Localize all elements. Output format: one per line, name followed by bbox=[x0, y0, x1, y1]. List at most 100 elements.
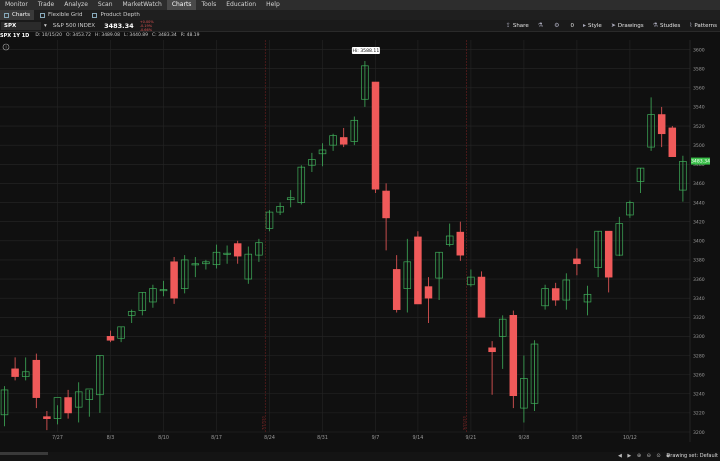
share-button[interactable]: ⇪ Share bbox=[506, 22, 529, 29]
sub-tabs: Charts Flexible Grid Product Depth bbox=[0, 10, 720, 20]
menu-item-trade[interactable]: Trade bbox=[33, 0, 59, 10]
symbol-dropdown-icon[interactable]: ▾ bbox=[41, 23, 50, 29]
candle-body bbox=[424, 286, 433, 299]
menu-item-analyze[interactable]: Analyze bbox=[59, 0, 93, 10]
info-open: O: 3453.72 bbox=[65, 33, 91, 38]
y-tick-label: 3260 bbox=[693, 372, 705, 378]
y-tick-label: 3280 bbox=[693, 353, 705, 359]
y-tick-label: 3600 bbox=[693, 47, 705, 53]
menu-item-charts[interactable]: Charts bbox=[166, 0, 197, 10]
x-tick-label: 9/14 bbox=[413, 435, 424, 441]
menu-item-scan[interactable]: Scan bbox=[93, 0, 118, 10]
last-price-label: 3483.34 bbox=[691, 159, 710, 165]
y-tick-label: 3240 bbox=[693, 392, 705, 398]
candle-body bbox=[509, 315, 518, 397]
y-tick-label: 3360 bbox=[693, 277, 705, 283]
drawings-button[interactable]: ➤ Drawings bbox=[611, 22, 644, 29]
y-tick-label: 3520 bbox=[693, 124, 705, 130]
y-tick-label: 3540 bbox=[693, 105, 705, 111]
x-tick-label: 10/5 bbox=[572, 435, 583, 441]
subtab-label: Product Depth bbox=[100, 12, 140, 18]
x-tick-label: 9/7 bbox=[372, 435, 380, 441]
x-tick-label: 8/31 bbox=[317, 435, 328, 441]
studies-button[interactable]: ⚗ Studies bbox=[653, 22, 681, 29]
y-tick-label: 3500 bbox=[693, 143, 705, 149]
y-tick-label: 3300 bbox=[693, 334, 705, 340]
chart-title: SPX 1Y 1D bbox=[0, 32, 30, 39]
x-tick-label: 7/27 bbox=[52, 435, 63, 441]
gear-icon: ⚙ bbox=[554, 22, 560, 29]
chart-info-bar: SPX 1Y 1D D: 10/15/20 O: 3453.72 H: 3489… bbox=[0, 31, 720, 40]
menu-item-monitor[interactable]: Monitor bbox=[0, 0, 33, 10]
candle-body bbox=[339, 137, 348, 145]
share-label: Share bbox=[512, 22, 529, 29]
drawings-label: Drawings bbox=[617, 22, 644, 29]
menu-item-help[interactable]: Help bbox=[261, 0, 285, 10]
x-tick-label: 9/28 bbox=[519, 435, 530, 441]
symbol-input[interactable]: SPX bbox=[1, 21, 41, 30]
candle-body bbox=[32, 359, 41, 398]
scroll-indicator[interactable] bbox=[0, 452, 48, 455]
candle-body bbox=[64, 397, 72, 414]
y-tick-label: 3200 bbox=[693, 430, 705, 436]
menu-item-education[interactable]: Education bbox=[221, 0, 261, 10]
subtab-label: Charts bbox=[12, 12, 30, 18]
subtab-label: Flexible Grid bbox=[47, 12, 83, 18]
patterns-button[interactable]: ⌇ Patterns bbox=[689, 22, 717, 29]
candle-body bbox=[657, 114, 666, 135]
price-chart[interactable]: 3200 3220 3240 3260 3280 3300 3320 3340 3360 3380… bbox=[0, 40, 720, 452]
hi-label: Hi: 3588.11 bbox=[353, 48, 380, 54]
x-tick-label: 8/17 bbox=[211, 435, 222, 441]
y-tick-label: 3440 bbox=[693, 200, 705, 206]
last-price: 3483.34 bbox=[104, 21, 134, 30]
candle-body bbox=[456, 231, 465, 256]
flask-icon: ⚗ bbox=[652, 22, 658, 29]
bottom-bar: ◀ ▶ ⊕ ⊖ ⊙ ◈ Drawing set: Default bbox=[0, 452, 720, 461]
drawing-set-label[interactable]: Drawing set: Default bbox=[666, 453, 718, 459]
x-tick-label: 8/24 bbox=[264, 435, 275, 441]
style-button[interactable]: ▸ Style bbox=[583, 22, 602, 29]
zero-button[interactable]: 0 bbox=[570, 23, 574, 29]
candle-body bbox=[11, 368, 19, 377]
x-tick-label: 8/10 bbox=[158, 435, 169, 441]
tab-icon bbox=[92, 12, 98, 18]
candle-body bbox=[392, 269, 401, 310]
cursor-icon: ➤ bbox=[610, 22, 616, 29]
share-icon: ⇪ bbox=[505, 22, 511, 29]
candle-body bbox=[43, 416, 51, 419]
menu-item-tools[interactable]: Tools bbox=[196, 0, 221, 10]
subtab-charts[interactable]: Charts bbox=[0, 10, 34, 20]
tab-icon bbox=[4, 12, 9, 18]
symbol-description: S&P 500 INDEX bbox=[52, 22, 96, 29]
candle-body bbox=[573, 258, 581, 265]
flask-icon: ⚗ bbox=[537, 22, 544, 29]
candle-body bbox=[604, 230, 613, 278]
flask-button[interactable]: ⚗ bbox=[538, 22, 545, 29]
subtab-product-depth[interactable]: Product Depth bbox=[88, 10, 143, 20]
zero-label: 0 bbox=[570, 22, 574, 29]
candle-body bbox=[414, 236, 422, 305]
candle-body bbox=[551, 288, 560, 301]
candle-body bbox=[233, 243, 242, 257]
settings-button[interactable]: ⚙ bbox=[554, 22, 561, 29]
zoom-controls[interactable]: ◀ ▶ ⊕ ⊖ ⊙ ◈ bbox=[618, 453, 672, 459]
menu-item-marketwatch[interactable]: MarketWatch bbox=[118, 0, 167, 10]
x-tick-label: 8/3 bbox=[107, 435, 115, 441]
y-tick-label: 3420 bbox=[693, 219, 705, 225]
candle-body bbox=[382, 190, 390, 219]
info-close: C: 3483.34 bbox=[152, 33, 177, 38]
x-tick-label: 10/12 bbox=[623, 435, 637, 441]
subtab-flexible-grid[interactable]: Flexible Grid bbox=[36, 10, 86, 20]
price-change: +0.00% -0.19% -0.66% bbox=[140, 20, 154, 32]
event-line-label: 9/21/20 bbox=[463, 415, 467, 430]
info-low: L: 3440.89 bbox=[123, 33, 149, 38]
info-high: H: 3489.08 bbox=[95, 33, 120, 38]
main-menu: Monitor Trade Analyze Scan MarketWatch Charts… bbox=[0, 0, 720, 10]
y-tick-label: 3460 bbox=[693, 181, 705, 187]
patterns-icon: ⌇ bbox=[689, 22, 693, 29]
candle-body bbox=[106, 336, 115, 341]
info-range: R: 48.19 bbox=[180, 33, 200, 38]
tab-icon bbox=[39, 12, 45, 18]
style-label: Style bbox=[588, 22, 602, 29]
toolbar-right: ⇪ Share ⚗ ⚙ 0 ▸ Style ➤ Drawings ⚗ Studies ⌇… bbox=[497, 20, 720, 31]
